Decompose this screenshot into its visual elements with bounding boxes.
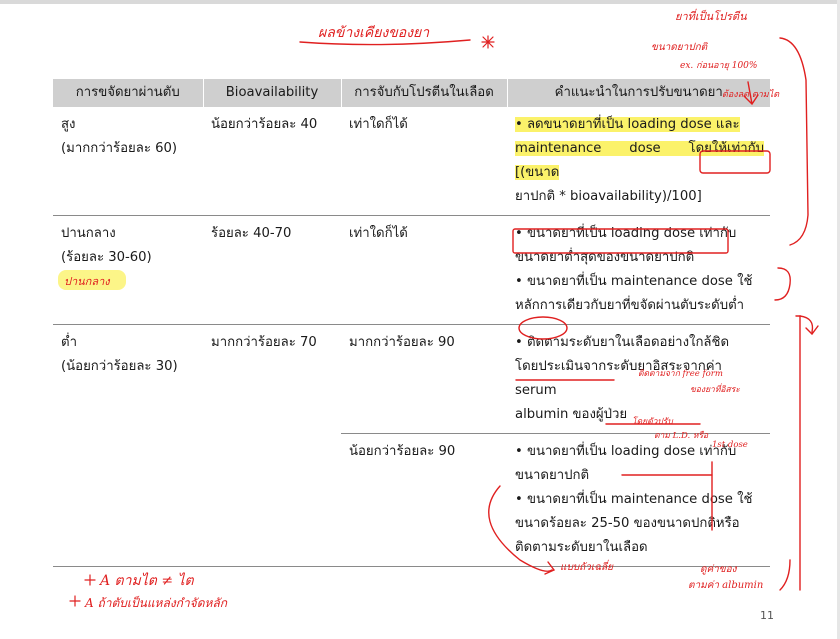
cell-line: ขนาดยาปกติ — [515, 468, 590, 483]
ink-brace — [774, 267, 791, 301]
cell-recommendation: • ขนาดยาที่เป็น loading dose เท่ากับ ขนา… — [507, 433, 770, 567]
cell-line: ยาปกติ * bioavailability)/100] — [515, 189, 702, 204]
annotation-bottom-center: แบบถัวเฉลี่ย — [560, 562, 614, 573]
page-top-edge — [0, 0, 840, 4]
cell-line: หลักการเดียวกับยาที่ขจัดผ่านตับระดับต่ำ — [515, 298, 745, 313]
ink-arrow — [799, 315, 819, 336]
annotation-row4: 1st dose — [712, 440, 748, 450]
cell-protein-binding: เท่าใดก็ได้ — [341, 215, 507, 325]
cell-line: ต่ำ — [61, 335, 77, 350]
cell-line: (น้อยกว่าร้อยละ 30) — [61, 359, 178, 374]
annotation-bottom-right: ดูค่าของ — [700, 564, 737, 575]
cell-protein-binding: มากกว่าร้อยละ 90 — [341, 324, 507, 434]
highlighted-text: • ลดขนาดยาที่เป็น loading dose และ — [515, 117, 740, 132]
cell-bioavailability: ร้อยละ 40-70 — [203, 215, 341, 325]
annotation-row3: ของยาที่อิสระ — [690, 385, 740, 395]
cell-protein-binding: น้อยกว่าร้อยละ 90 — [341, 433, 507, 567]
cell-clearance: สูง (มากกว่าร้อยละ 60) — [53, 107, 203, 216]
cell-clearance: ปานกลาง (ร้อยละ 30-60) — [53, 215, 203, 325]
cell-line: • ขนาดยาที่เป็น maintenance dose ใช้ — [515, 274, 753, 289]
annotation-row2: ปานกลาง — [64, 275, 110, 288]
annotation-top-right: ยาที่เป็นโปรตีน — [675, 10, 747, 23]
table-header-row: การขจัดยาผ่านตับ Bioavailability การจับก… — [53, 79, 770, 107]
cell-line: ขนาดร้อยละ 25-50 ของขนาดปกติหรือ — [515, 516, 740, 531]
cell-clearance: ต่ำ (น้อยกว่าร้อยละ 30) — [53, 324, 203, 567]
ink-bracket-right-long — [795, 315, 801, 591]
cell-line: สูง — [61, 117, 76, 132]
star-mark — [481, 35, 495, 49]
cell-line: • ติดตามระดับยาในเลือดอย่างใกล้ชิด — [515, 335, 730, 350]
annotation-row3: ติดตามจาก free form — [638, 369, 723, 379]
table-row: ปานกลาง (ร้อยละ 30-60) ร้อยละ 40-70 เท่า… — [53, 215, 770, 325]
annotation-row4: โดยตัวปรับ — [632, 417, 673, 427]
cell-line: (มากกว่าร้อยละ 60) — [61, 141, 178, 156]
page-number: 11 — [760, 609, 774, 622]
annotation-top-center: ผลข้างเคียงของยา — [318, 25, 430, 41]
annotation-top-right: ขนาดยาปกติ — [651, 42, 708, 53]
cell-recommendation: • ลดขนาดยาที่เป็น loading dose และ maint… — [507, 107, 770, 216]
ink-bracket-right — [779, 37, 809, 246]
annotation-row4: ตาม L.D. หรือ — [654, 431, 709, 441]
cell-line: ขนาดยาต่ำสุดของขนาดยาปกติ — [515, 250, 695, 265]
cell-protein-binding: เท่าใดก็ได้ — [349, 117, 408, 132]
cell-line: • ขนาดยาที่เป็น maintenance dose ใช้ — [515, 492, 753, 507]
cell-bioavailability: มากกว่าร้อยละ 70 — [203, 324, 341, 567]
header-bioavailability: Bioavailability — [202, 79, 341, 107]
annotation-header-side: ต้องลด ตามไต — [722, 90, 780, 100]
cell-line: • ขนาดยาที่เป็น loading dose เท่ากับ — [515, 226, 737, 241]
header-protein-binding: การจับกับโปรตีนในเลือด — [340, 79, 507, 107]
header-hepatic-clearance: การขจัดยาผ่านตับ — [53, 79, 203, 107]
hepatic-dosing-table: การขจัดยาผ่านตับ Bioavailability การจับก… — [53, 79, 770, 567]
annotation-bottom-left: A ถ้าตับเป็นแหล่งกำจัดหลัก — [85, 596, 228, 610]
cell-bioavailability: น้อยกว่าร้อยละ 40 — [211, 117, 318, 132]
cell-line: (ร้อยละ 30-60) — [61, 250, 152, 265]
ink-stroke — [779, 559, 791, 591]
cell-line: ปานกลาง — [61, 226, 116, 241]
cell-line: ติดตามระดับยาในเลือด — [515, 540, 648, 555]
star-mark — [69, 595, 81, 607]
annotation-top-right: ex. ก่อนอายุ 100% — [680, 61, 758, 71]
star-mark — [84, 574, 96, 586]
highlighted-text: maintenance dose โดยให้เท่ากับ [(ขนาด — [515, 141, 764, 180]
cell-line: • ลดขนาดยาที่เป็น loading dose และ — [515, 113, 764, 137]
annotation-bottom-right: ตามค่า albumin — [688, 580, 764, 591]
table-row: สูง (มากกว่าร้อยละ 60) น้อยกว่าร้อยละ 40… — [53, 107, 770, 216]
cell-line: maintenance dose โดยให้เท่ากับ [(ขนาด — [515, 137, 764, 185]
annotation-bottom-left: A ตามไต ≠ ไต — [100, 573, 194, 589]
cell-recommendation: • ขนาดยาที่เป็น loading dose เท่ากับ ขนา… — [507, 215, 770, 325]
